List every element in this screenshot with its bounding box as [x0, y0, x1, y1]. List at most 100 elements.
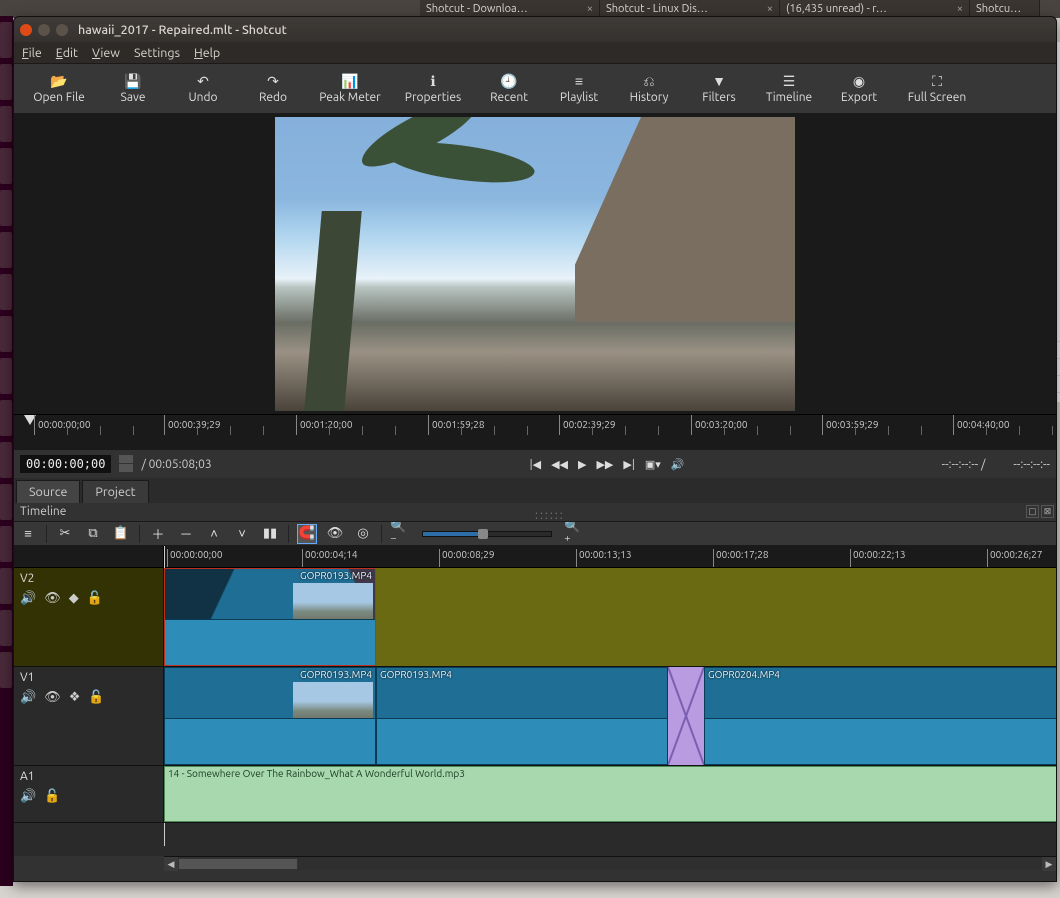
remove-button[interactable]: －: [176, 524, 196, 544]
timeline-horizontal-scrollbar[interactable]: ◀ ▶: [164, 856, 1056, 870]
track-lane-v2[interactable]: GOPR0193.MP4: [164, 568, 1056, 667]
video-preview[interactable]: [275, 117, 795, 411]
track-lane-a1[interactable]: 14 - Somewhere Over The Rainbow_What A W…: [164, 766, 1056, 823]
play-button[interactable]: ▶: [578, 458, 586, 471]
timeline-ruler[interactable]: 00:00:00;0000:00:04;1400:00:08;2900:00:1…: [164, 546, 1056, 568]
ripple-button[interactable]: ◎: [353, 524, 373, 544]
close-icon[interactable]: ×: [767, 3, 773, 15]
full-screen-icon: ⛶: [929, 73, 945, 89]
player-tabs: Source Project: [14, 478, 1056, 503]
mute-icon[interactable]: 🔊: [20, 591, 36, 606]
timeline-tick: 00:00:04;14: [302, 549, 358, 567]
undo-button[interactable]: ↶Undo: [168, 65, 238, 113]
close-icon[interactable]: ×: [957, 3, 963, 15]
recent-button[interactable]: 🕘Recent: [474, 65, 544, 113]
track-header-v1[interactable]: V1 🔊 👁 ❖ 🔓: [14, 667, 164, 766]
hide-icon[interactable]: 👁: [44, 690, 61, 705]
timeline-body: V2 🔊 👁 ◆ 🔓 V1 🔊 👁 ❖ 🔓 A1: [14, 546, 1056, 856]
composite-icon[interactable]: ❖: [69, 690, 81, 705]
lock-icon[interactable]: 🔓: [87, 591, 103, 606]
window-minimize-button[interactable]: [38, 24, 50, 36]
timeline-toolbar: ≡ ✂ ⧉ 📋 ＋ － ˄ ˅ ▮▮ 🧲 👁 ◎ 🔍⁻ 🔍⁺: [14, 522, 1056, 546]
copy-button[interactable]: ⧉: [83, 524, 103, 544]
volume-button[interactable]: 🔊: [671, 458, 685, 471]
timeline-tick: 00:00:00;00: [167, 549, 223, 567]
menu-file[interactable]: File: [22, 46, 42, 60]
full-screen-button[interactable]: ⛶Full Screen: [894, 65, 980, 113]
window-maximize-button[interactable]: [56, 24, 68, 36]
timeline-button[interactable]: ☰Timeline: [754, 65, 824, 113]
open-file-button[interactable]: 📂Open File: [20, 65, 98, 113]
timeline-icon: ☰: [781, 73, 797, 89]
timecode-current[interactable]: 00:00:00;00: [20, 455, 111, 473]
rewind-button[interactable]: ◀◀: [551, 458, 568, 471]
timeline-menu-button[interactable]: ≡: [18, 524, 38, 544]
tab-project[interactable]: Project: [82, 480, 148, 503]
mute-icon[interactable]: 🔊: [20, 789, 36, 804]
save-button[interactable]: 💾Save: [98, 65, 168, 113]
zoom-in-button[interactable]: 🔍⁺: [564, 524, 584, 544]
timeline-tick: 00:00:17;28: [713, 549, 769, 567]
zoom-out-button[interactable]: 🔍⁻: [390, 524, 410, 544]
shotcut-window: hawaii_2017 - Repaired.mlt - Shotcut Fil…: [13, 16, 1057, 882]
filters-button[interactable]: ▼Filters: [684, 65, 754, 113]
clip-v1-2[interactable]: GOPR0193.MP4: [376, 667, 668, 765]
cut-button[interactable]: ✂: [55, 524, 75, 544]
clip-a1[interactable]: 14 - Somewhere Over The Rainbow_What A W…: [164, 766, 1056, 822]
main-toolbar: 📂Open File💾Save↶Undo↷Redo📊Peak MeterℹPro…: [14, 64, 1056, 114]
skip-start-button[interactable]: |◀: [530, 458, 541, 471]
track-header-v2[interactable]: V2 🔊 👁 ◆ 🔓: [14, 568, 164, 667]
window-close-button[interactable]: [20, 24, 32, 36]
scroll-right-icon[interactable]: ▶: [1042, 857, 1056, 871]
append-button[interactable]: ＋: [148, 524, 168, 544]
timeline-panel-title[interactable]: Timeline :::::: ▢⊠: [14, 503, 1056, 522]
mute-icon[interactable]: 🔊: [20, 690, 36, 705]
history-button[interactable]: ⎌History: [614, 65, 684, 113]
track-header-a1[interactable]: A1 🔊 🔓: [14, 766, 164, 823]
lock-icon[interactable]: 🔓: [88, 690, 104, 705]
menu-view[interactable]: View: [92, 46, 120, 60]
track-area[interactable]: 00:00:00;0000:00:04;1400:00:08;2900:00:1…: [164, 546, 1056, 856]
peak-meter-button[interactable]: 📊Peak Meter: [308, 65, 392, 113]
composite-icon[interactable]: ◆: [69, 591, 79, 606]
open-file-icon: 📂: [51, 73, 67, 89]
overwrite-button[interactable]: ˅: [232, 524, 252, 544]
panel-close-button[interactable]: ⊠: [1041, 505, 1054, 518]
hide-icon[interactable]: 👁: [44, 591, 61, 606]
history-icon: ⎌: [641, 73, 657, 89]
scrub-button[interactable]: 👁: [325, 524, 345, 544]
menu-settings[interactable]: Settings: [134, 46, 180, 60]
fast-forward-button[interactable]: ▶▶: [596, 458, 613, 471]
panel-float-button[interactable]: ▢: [1026, 505, 1039, 518]
window-titlebar[interactable]: hawaii_2017 - Repaired.mlt - Shotcut: [14, 17, 1056, 42]
preview-ruler[interactable]: 00:00:00;0000:00:39;2900:01:20;0000:01:5…: [14, 414, 1056, 450]
properties-button[interactable]: ℹProperties: [392, 65, 474, 113]
save-icon: 💾: [125, 73, 141, 89]
ruler-tick: 00:04:40;00: [953, 415, 1010, 435]
menu-help[interactable]: Help: [194, 46, 220, 60]
zoom-slider[interactable]: [422, 531, 552, 537]
redo-button[interactable]: ↷Redo: [238, 65, 308, 113]
track-lane-v1[interactable]: GOPR0193.MP4 GOPR0193.MP4 GOPR0204.MP4: [164, 667, 1056, 766]
timecode-spinner[interactable]: [119, 455, 133, 473]
tab-source[interactable]: Source: [16, 480, 80, 503]
skip-end-button[interactable]: ▶|: [623, 458, 634, 471]
clip-v1-3[interactable]: GOPR0204.MP4: [704, 667, 1056, 765]
export-button[interactable]: ◉Export: [824, 65, 894, 113]
scroll-left-icon[interactable]: ◀: [164, 857, 178, 871]
transition[interactable]: [668, 667, 704, 765]
paste-button[interactable]: 📋: [111, 524, 131, 544]
in-point-display: --:--:--:-- /: [942, 458, 986, 471]
redo-icon: ↷: [265, 73, 281, 89]
split-button[interactable]: ▮▮: [260, 524, 280, 544]
zoom-fit-button[interactable]: ▣▾: [645, 458, 661, 471]
lock-icon[interactable]: 🔓: [44, 789, 60, 804]
menu-edit[interactable]: Edit: [56, 46, 78, 60]
playlist-button[interactable]: ≡Playlist: [544, 65, 614, 113]
clip-v1-1[interactable]: GOPR0193.MP4: [164, 667, 376, 765]
clip-v2[interactable]: GOPR0193.MP4: [164, 568, 376, 666]
lift-button[interactable]: ˄: [204, 524, 224, 544]
close-icon[interactable]: ×: [587, 3, 593, 15]
snap-button[interactable]: 🧲: [297, 524, 317, 544]
scrollbar-thumb[interactable]: [178, 858, 298, 870]
